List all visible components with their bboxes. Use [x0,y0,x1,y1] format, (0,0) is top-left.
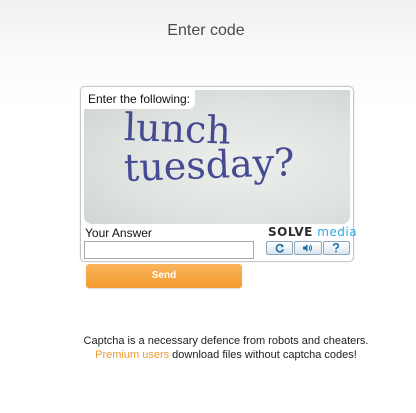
footer-notice: Captcha is a necessary defence from robo… [0,334,416,362]
answer-label: Your Answer [85,226,152,240]
solve-media-logo: SOLVE media [268,223,357,239]
captcha-tool-buttons [266,241,350,255]
help-button[interactable] [322,241,350,255]
brand-media-text: media [317,225,358,239]
footer-line2: Premium users download files without cap… [0,348,416,362]
captcha-puzzle-image: Enter the following: lunch tuesday? [84,90,350,224]
audio-button[interactable] [294,241,322,255]
refresh-icon [275,243,284,253]
captcha-text-line2: tuesday? [123,140,296,190]
answer-input[interactable] [84,241,254,259]
captcha-challenge-text: lunch tuesday? [123,105,344,190]
help-icon [333,243,340,253]
footer-line2-text: download files without captcha codes! [169,349,357,361]
page-title: Enter code [167,22,245,39]
page: Enter code Enter the following: lunch tu… [0,0,416,413]
send-button[interactable]: Send [86,264,242,288]
premium-users-link[interactable]: Premium users [95,349,169,361]
footer-line1: Captcha is a necessary defence from robo… [83,335,369,347]
audio-icon [303,244,313,252]
refresh-button[interactable] [266,241,294,255]
captcha-widget: Enter the following: lunch tuesday? Your… [80,86,357,262]
brand-solve-text: SOLVE [268,225,313,239]
